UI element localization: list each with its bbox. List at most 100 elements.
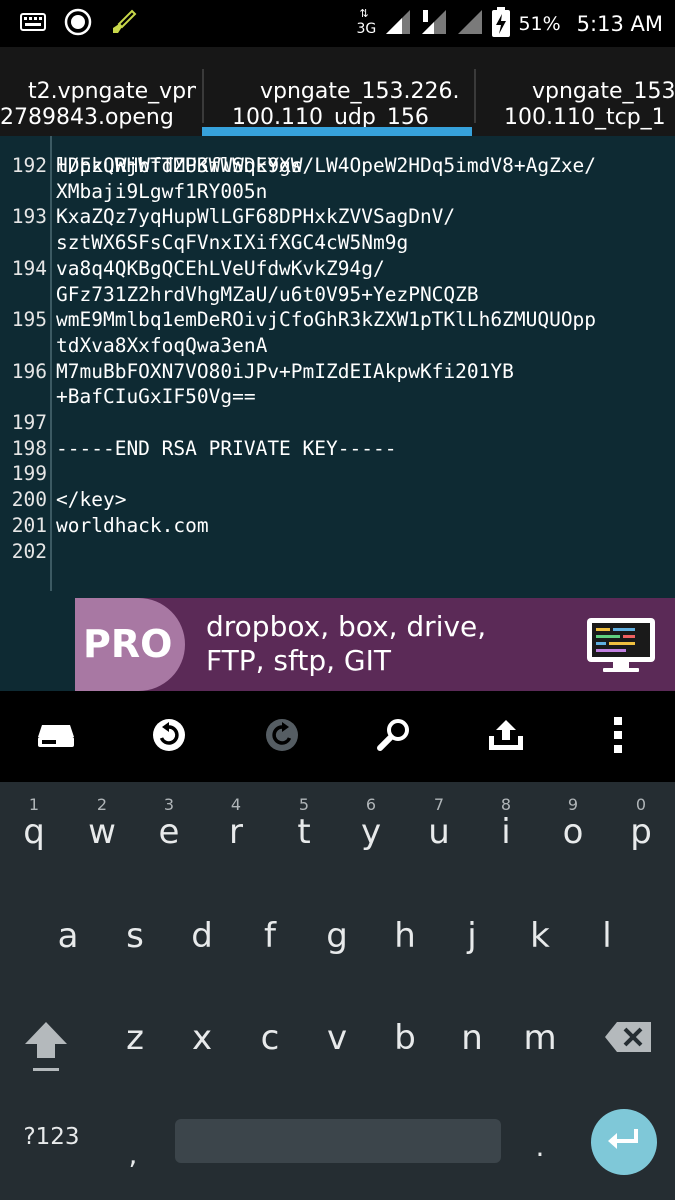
pro-upgrade-banner[interactable]: PRO dropbox, box, drive, FTP, sftp, GIT <box>75 598 675 691</box>
battery-charging-icon <box>492 7 511 41</box>
shift-key[interactable] <box>20 1018 72 1078</box>
wifi-signal-icon <box>420 8 448 40</box>
code-line: GFz731Z2hrdVhgMZaU/u6t0V95+YezPNCQZB <box>0 282 675 307</box>
code-line: tdXva8XxfoqQwa3enA <box>0 333 675 358</box>
paintbrush-icon <box>110 8 138 40</box>
line-number: 193 <box>11 205 47 229</box>
space-bar[interactable] <box>175 1119 501 1163</box>
line-number: 198 <box>11 436 47 460</box>
line-text: sztWX6SFsCqFVnxIXifXGC4cW5Nm9g <box>56 231 409 255</box>
key-s[interactable]: s <box>110 916 160 956</box>
key-d[interactable]: d <box>177 916 227 956</box>
code-line: sztWX6SFsCqFVnxIXifXGC4cW5Nm9g <box>0 230 675 255</box>
save-button[interactable] <box>32 713 80 761</box>
tab-file-1[interactable]: t2.vpngate_vpn 2789843.openg et_udp_1683… <box>0 53 196 133</box>
key-f[interactable]: f <box>245 916 295 956</box>
banner-text: dropbox, box, drive, FTP, sftp, GIT <box>206 610 486 678</box>
period-key[interactable]: . <box>525 1130 555 1163</box>
key-h[interactable]: h <box>380 916 430 956</box>
redo-button[interactable] <box>258 713 306 761</box>
monitor-code-icon <box>585 616 657 674</box>
active-tab-indicator <box>202 127 472 136</box>
key-t[interactable]: t <box>279 812 329 852</box>
tab-file-2[interactable]: vpngate_153.226. 100.110_udp_156 7.ovpn <box>232 53 472 133</box>
key-m[interactable]: m <box>515 1018 565 1058</box>
tab-divider <box>202 69 204 123</box>
comma-key[interactable]: , <box>118 1138 148 1171</box>
line-text: H/pkuRHWfTMP3flWqEYgW/LW4OpeW2HDq5imdV8+… <box>56 154 597 177</box>
line-number: 202 <box>11 539 47 563</box>
code-line: +BafCIuGxIF50Vg== <box>0 384 675 409</box>
enter-key[interactable] <box>591 1109 657 1175</box>
line-number: 195 <box>11 308 47 332</box>
key-j[interactable]: j <box>447 916 497 956</box>
status-bar-system: ⇅ 3G 51% 5:13 AM <box>356 7 663 41</box>
file-tab-bar: t2.vpngate_vpn 2789843.openg et_udp_1683… <box>0 47 675 136</box>
signal-strength-secondary-icon <box>456 8 484 40</box>
save-icon <box>36 721 76 753</box>
key-y[interactable]: y <box>346 812 396 852</box>
backspace-icon <box>603 1022 653 1063</box>
code-line: 195 wmE9Mmlbq1emDeROivjCfoGhR3kZXW1pTKlLh… <box>0 307 675 332</box>
undo-icon <box>151 717 187 757</box>
code-line: 198 -----END RSA PRIVATE KEY----- <box>0 436 675 461</box>
banner-line-1: dropbox, box, drive, <box>206 610 487 643</box>
line-number: 194 <box>11 256 47 280</box>
search-icon <box>376 717 412 757</box>
code-line-partial: lDEzQWjbTdZUKWWSDk9Xs <box>0 136 675 177</box>
line-text: worldhack.com <box>56 513 209 537</box>
key-w[interactable]: w <box>77 812 127 852</box>
key-i[interactable]: i <box>481 812 531 852</box>
key-z[interactable]: z <box>110 1018 160 1058</box>
search-button[interactable] <box>370 713 418 761</box>
key-g[interactable]: g <box>312 916 362 956</box>
code-line: 199 <box>0 461 675 486</box>
line-number: 192 <box>11 154 47 177</box>
code-line: 193 KxaZQz7yqHupWlLGF68DPHxkZVVSagDnV/ <box>0 204 675 229</box>
key-k[interactable]: k <box>515 916 565 956</box>
key-l[interactable]: l <box>582 916 632 956</box>
network-type-label: 3G <box>356 21 377 37</box>
key-x[interactable]: x <box>177 1018 227 1058</box>
line-text: </key> <box>56 488 127 512</box>
tab-label: t2.vpngate_vpn 2789843.openg et_udp_1683… <box>0 79 196 133</box>
code-line: 194 va8q4QKBgQCEhLVeUfdwKvkZ94g/ <box>0 256 675 281</box>
redo-icon <box>264 717 300 757</box>
key-u[interactable]: u <box>414 812 464 852</box>
line-number: 200 <box>11 488 47 512</box>
backspace-key[interactable] <box>600 1020 656 1060</box>
key-v[interactable]: v <box>312 1018 362 1058</box>
key-a[interactable]: a <box>43 916 93 956</box>
share-button[interactable] <box>482 713 530 761</box>
key-q[interactable]: q <box>9 812 59 852</box>
key-n[interactable]: n <box>447 1018 497 1058</box>
line-number: 199 <box>11 462 47 486</box>
key-b[interactable]: b <box>380 1018 430 1058</box>
tab-file-3[interactable]: vpngate_153.22 100.110_tcp_1 .ovpn <box>504 53 675 133</box>
line-text: tdXva8XxfoqQwa3enA <box>56 333 268 357</box>
key-o[interactable]: o <box>548 812 598 852</box>
key-e[interactable]: e <box>144 812 194 852</box>
line-number: 197 <box>11 411 47 434</box>
more-options-button[interactable] <box>594 713 642 761</box>
code-line: 201 worldhack.com <box>0 513 675 538</box>
shift-arrow-icon <box>21 1022 71 1083</box>
key-p[interactable]: p <box>616 812 666 852</box>
line-text: KxaZQz7yqHupWlLGF68DPHxkZVVSagDnV/ <box>56 205 456 229</box>
symbols-key[interactable]: ?123 <box>14 1124 89 1150</box>
line-text: +BafCIuGxIF50Vg== <box>56 385 256 409</box>
tab-label: vpngate_153.22 100.110_tcp_1 .ovpn <box>504 79 675 133</box>
status-bar-notifications <box>20 8 138 40</box>
undo-button[interactable] <box>145 713 193 761</box>
more-vert-icon <box>613 715 623 759</box>
share-icon <box>487 718 525 756</box>
line-number: 196 <box>11 359 47 383</box>
line-text: -----END RSA PRIVATE KEY----- <box>56 436 397 460</box>
line-text: XMbaji9Lgwf1RY005n <box>56 179 268 203</box>
enter-return-icon <box>606 1127 642 1157</box>
key-c[interactable]: c <box>245 1018 295 1058</box>
key-r[interactable]: r <box>211 812 261 852</box>
record-icon <box>64 8 92 40</box>
code-line: XMbaji9Lgwf1RY005n <box>0 179 675 204</box>
keyboard-notification-icon <box>20 13 46 35</box>
